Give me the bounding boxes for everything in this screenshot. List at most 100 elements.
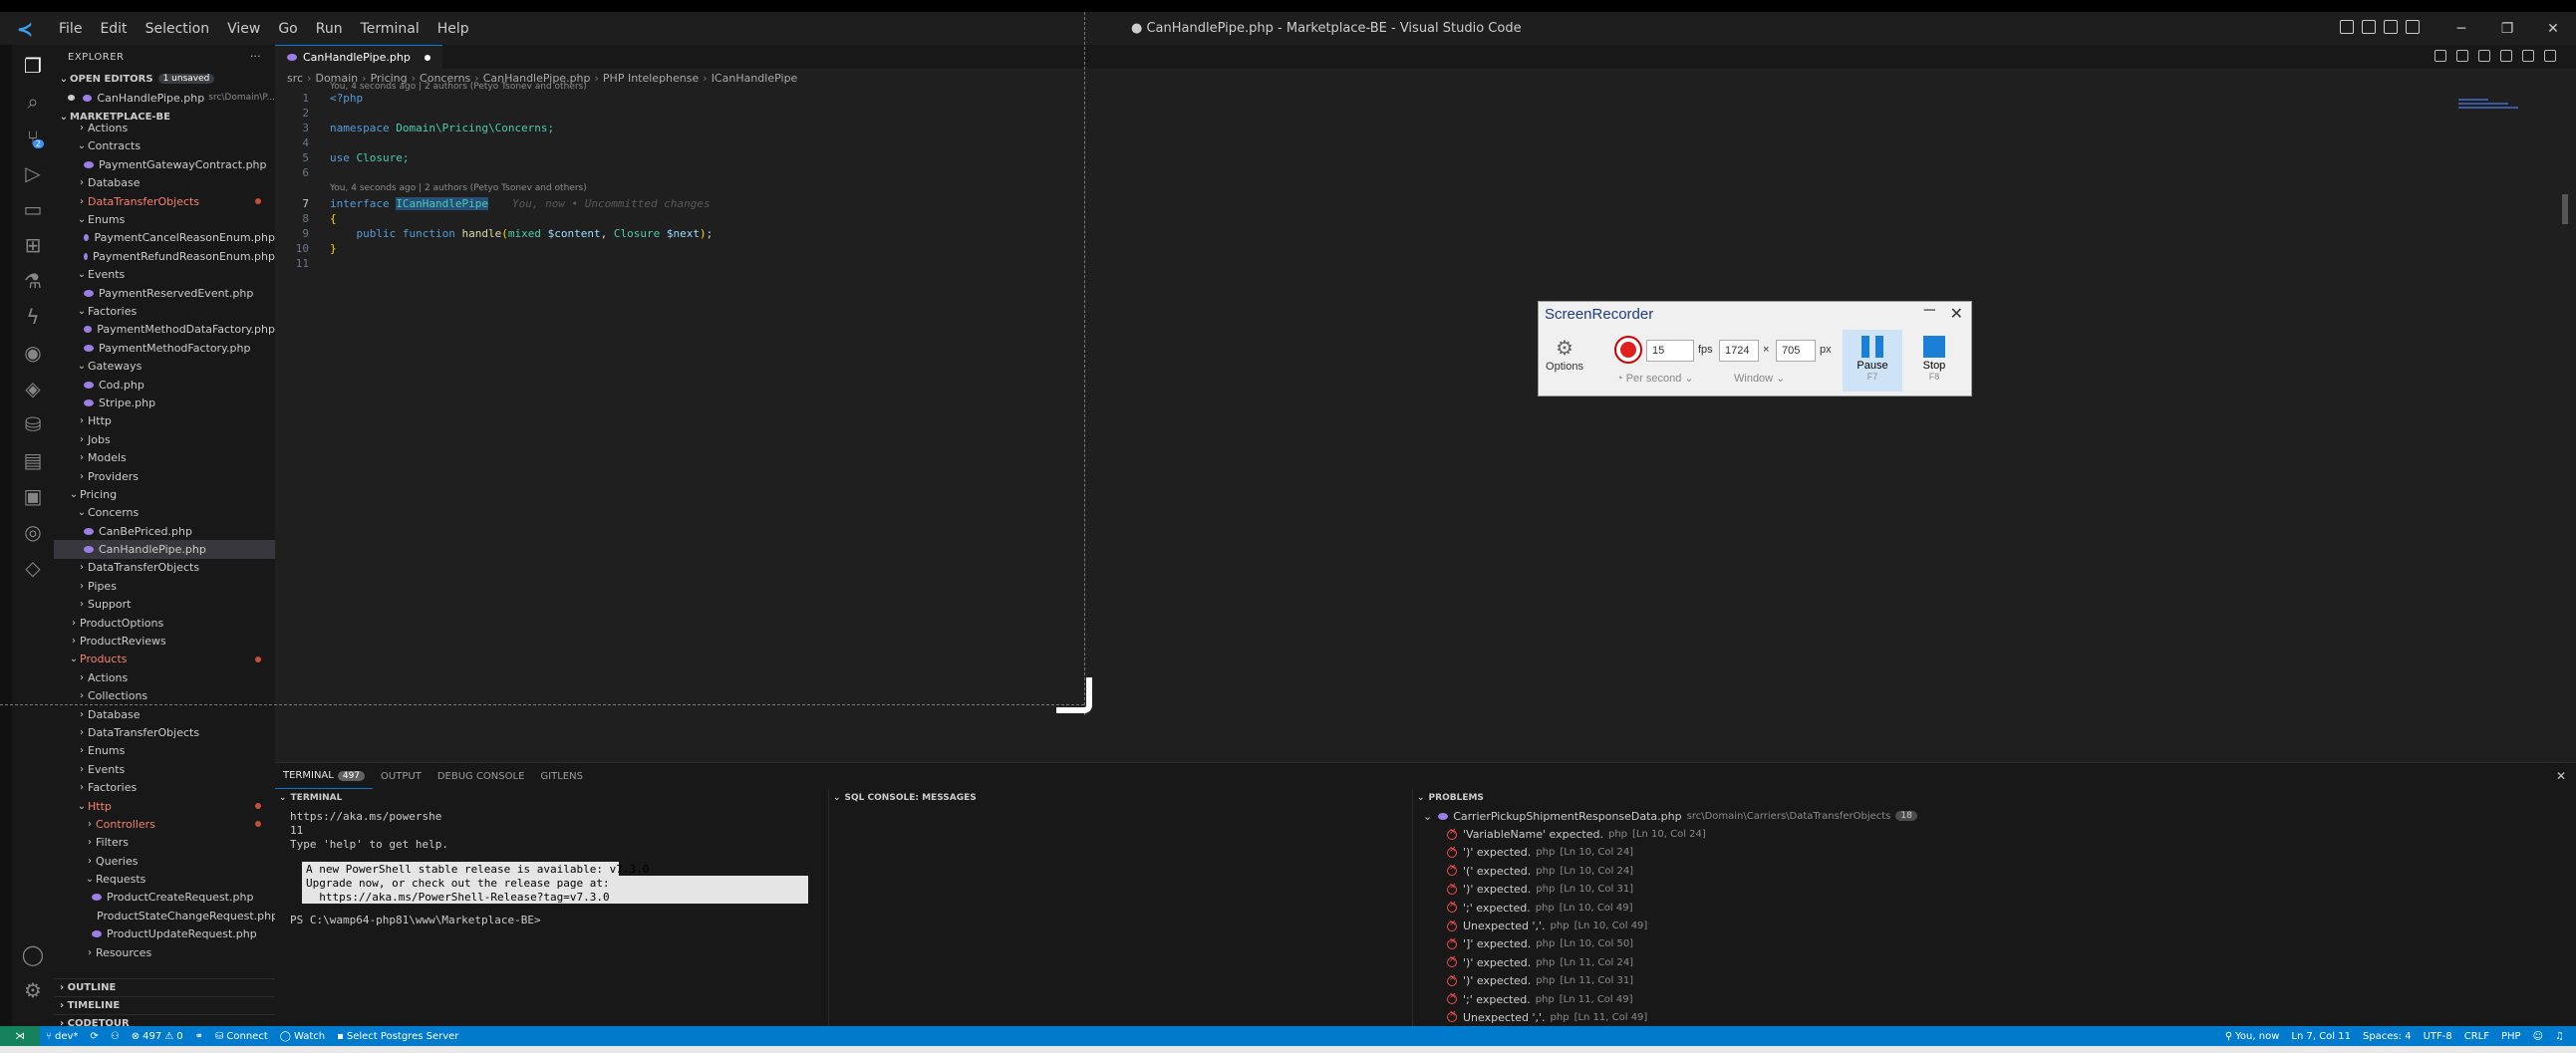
tree-folder[interactable]: › Queries	[54, 852, 275, 870]
extensions-icon[interactable]: ⊞	[20, 232, 46, 258]
tree-folder[interactable]: › DataTransferObjects	[54, 723, 275, 741]
tree-file[interactable]: Cod.php	[54, 376, 275, 394]
minimap[interactable]	[2458, 99, 2528, 119]
problem-file-row[interactable]: ⌄ CarrierPickupShipmentResponseData.php sr…	[1413, 807, 2576, 825]
manage-gear-icon[interactable]: ⚙	[20, 977, 46, 1003]
tree-file[interactable]: PaymentReservedEvent.php	[54, 284, 275, 302]
menu-item-run[interactable]: Run	[307, 21, 352, 37]
project-manager-icon[interactable]: ▤	[20, 447, 46, 473]
minimize-icon[interactable]: ─	[2438, 21, 2484, 37]
eol-indicator[interactable]: CRLF	[2458, 1031, 2495, 1042]
watch-button[interactable]: ◯ Watch	[274, 1031, 331, 1042]
tree-folder[interactable]: › Events	[54, 760, 275, 778]
connect-button[interactable]: ⛁ Connect	[209, 1031, 274, 1042]
sql-console-pane[interactable]: ⌄ SQL CONSOLE: MESSAGES	[829, 789, 1413, 1027]
problem-row[interactable]: Unexpected ','. php [Ln 11, Col 49]	[1413, 1008, 2576, 1026]
recorder-minimize-icon[interactable]: ─	[1924, 302, 1935, 320]
code-lens-blame[interactable]: You, 4 seconds ago | 2 authors (Petyo Ts…	[330, 183, 587, 193]
problem-row[interactable]: 'VariableName' expected. php [Ln 10, Col 2…	[1413, 825, 2576, 843]
tree-folder[interactable]: › Actions	[54, 119, 275, 136]
open-editors-section[interactable]: ⌄ OPEN EDITORS 1 unsaved	[54, 69, 275, 89]
thunder-client-icon[interactable]: ϟ	[20, 304, 46, 330]
tree-folder[interactable]: › Models	[54, 448, 275, 466]
split-editor-icon[interactable]	[2544, 50, 2556, 62]
tree-folder[interactable]: › Factories	[54, 778, 275, 796]
tree-file[interactable]: PaymentRefundReasonEnum.php	[54, 247, 275, 265]
remote-icon[interactable]: ⋊	[0, 1026, 40, 1046]
tree-folder[interactable]: › DataTransferObjects	[54, 192, 275, 210]
menu-item-file[interactable]: File	[50, 21, 91, 37]
live-share-icon[interactable]: ⚇	[105, 1031, 126, 1042]
open-changes-icon[interactable]	[2522, 50, 2534, 62]
tree-file[interactable]: PaymentCancelReasonEnum.php	[54, 229, 275, 247]
search-icon[interactable]: ⌕	[20, 89, 46, 115]
prev-change-icon[interactable]	[2478, 50, 2490, 62]
terminal-pane[interactable]: ⌄ TERMINAL https://aka.ms/powershe 11 Typ…	[275, 789, 829, 1027]
tree-folder[interactable]: ⌄ Events	[54, 266, 275, 284]
open-editor-item[interactable]: CanHandlePipe.php src\Domain\P...	[54, 89, 275, 107]
fps-input[interactable]: 15	[1646, 340, 1694, 362]
tree-folder[interactable]: ⌄ Http	[54, 797, 275, 815]
tree-file[interactable]: ProductStateChangeRequest.php	[54, 907, 275, 924]
more-actions-icon[interactable]: ···	[250, 52, 261, 63]
tree-folder[interactable]: ⌄ Pricing	[54, 485, 275, 503]
tree-folder[interactable]: ⌄ Enums	[54, 210, 275, 228]
tree-file[interactable]: ProductUpdateRequest.php	[54, 925, 275, 943]
problem-row[interactable]: ')' expected. php [Ln 10, Col 31]	[1413, 881, 2576, 899]
extension-misc-icon[interactable]: ◇	[20, 555, 46, 581]
tab-gitlens[interactable]: GITLENS	[532, 763, 591, 789]
problem-row[interactable]: ')' expected. php [Ln 10, Col 24]	[1413, 844, 2576, 862]
tab-debug-console[interactable]: DEBUG CONSOLE	[429, 763, 533, 789]
customize-layout-icon[interactable]	[2406, 20, 2420, 34]
run-icon[interactable]	[2434, 50, 2446, 62]
resize-handle-icon[interactable]	[1056, 677, 1092, 713]
menu-item-terminal[interactable]: Terminal	[352, 21, 429, 37]
window-select[interactable]: Window ⌄	[1734, 372, 1785, 385]
tree-folder[interactable]: › ProductOptions	[54, 614, 275, 632]
menu-item-go[interactable]: Go	[269, 21, 306, 37]
tree-folder[interactable]: › Http	[54, 412, 275, 430]
problem-row[interactable]: '(' expected. php [Ln 10, Col 24]	[1413, 862, 2576, 880]
problem-row[interactable]: Unexpected ','. php [Ln 10, Col 49]	[1413, 917, 2576, 934]
timeline-section[interactable]: › TIMELINE	[54, 996, 275, 1014]
close-icon[interactable]: ✕	[2530, 21, 2576, 37]
per-second-select[interactable]: ◔ Per second ⌄	[1616, 372, 1694, 385]
options-button[interactable]: ⚙ Options	[1545, 336, 1584, 373]
tree-file[interactable]: PaymentGatewayContract.php	[54, 155, 275, 173]
tree-folder[interactable]: › Providers	[54, 467, 275, 485]
tree-folder[interactable]: ⌄ Concerns	[54, 504, 275, 522]
toggle-sidebar-icon[interactable]	[2340, 20, 2354, 34]
testing-icon[interactable]: ⚗	[20, 268, 46, 294]
tree-file[interactable]: CanBePriced.php	[54, 522, 275, 540]
postgres-select-button[interactable]: ▪ Select Postgres Server	[331, 1031, 464, 1042]
source-control-icon[interactable]: ⑂ 2	[20, 125, 46, 150]
tree-file[interactable]: PaymentMethodDataFactory.php	[54, 321, 275, 339]
breadcrumb-item[interactable]: src	[287, 72, 303, 85]
tree-file[interactable]: PaymentMethodFactory.php	[54, 339, 275, 357]
width-input[interactable]: 1724	[1719, 340, 1759, 362]
tree-file[interactable]: ProductCreateRequest.php	[54, 889, 275, 907]
language-indicator[interactable]: PHP	[2495, 1031, 2527, 1042]
remote-explorer-icon[interactable]: ▭	[20, 196, 46, 222]
feedback-icon[interactable]: ☺	[2527, 1031, 2549, 1042]
editor-tab-canhandlepipe[interactable]: CanHandlePipe.php	[275, 45, 442, 69]
blame-indicator[interactable]: ⚲ You, now	[2219, 1031, 2286, 1042]
ports-icon[interactable]: ⚭	[189, 1031, 209, 1042]
tree-folder[interactable]: › Pipes	[54, 577, 275, 595]
terminal-output[interactable]: https://aka.ms/powershe 11 Type 'help' t…	[275, 810, 828, 927]
menu-item-edit[interactable]: Edit	[91, 21, 136, 37]
restore-icon[interactable]: ❐	[2484, 21, 2530, 37]
problem-row[interactable]: ';' expected. php [Ln 10, Col 49]	[1413, 899, 2576, 917]
menu-item-help[interactable]: Help	[429, 21, 478, 37]
editor-scrollbar[interactable]	[2562, 194, 2568, 224]
codetour-section[interactable]: › CODETOUR	[54, 1014, 275, 1026]
recorder-close-icon[interactable]: ✕	[1950, 304, 1963, 324]
compare-icon[interactable]	[2456, 50, 2468, 62]
json-icon[interactable]: ◉	[20, 340, 46, 366]
outline-section[interactable]: › OUTLINE	[54, 978, 275, 996]
tree-folder[interactable]: › Database	[54, 705, 275, 723]
next-change-icon[interactable]	[2500, 50, 2512, 62]
indentation-indicator[interactable]: Spaces: 4	[2357, 1031, 2418, 1042]
close-panel-icon[interactable]: ✕	[2556, 769, 2566, 783]
tree-folder[interactable]: ⌄ Requests	[54, 870, 275, 888]
